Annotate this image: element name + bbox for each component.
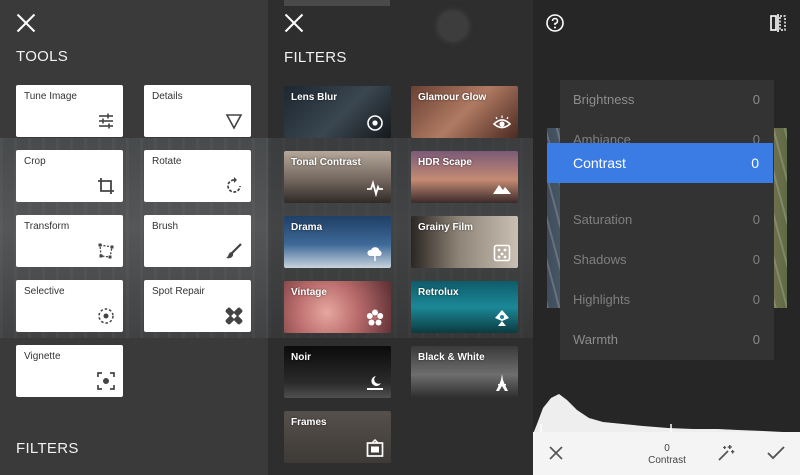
scroll-hint (284, 0, 390, 6)
tools-panel: TOOLS Tune Image Details Crop Rotate Tra… (0, 0, 268, 475)
compare-icon[interactable] (769, 14, 787, 32)
sliders-icon (97, 112, 115, 130)
adjust-label: Shadows (573, 252, 627, 267)
tool-tune-image[interactable]: Tune Image (16, 85, 123, 137)
filter-retrolux[interactable]: Retrolux (411, 281, 518, 333)
tool-brush[interactable]: Brush (144, 215, 251, 267)
tool-selective[interactable]: Selective (16, 280, 123, 332)
tool-transform[interactable]: Transform (16, 215, 123, 267)
eiffel-tower-icon (493, 374, 511, 392)
filter-label: Tonal Contrast (291, 157, 361, 168)
adjust-item-contrast[interactable]: Contrast 0 (547, 143, 773, 183)
filter-grainy-film[interactable]: Grainy Film (411, 216, 518, 268)
eye-icon (492, 114, 512, 132)
adjust-item-highlights[interactable]: Highlights 0 (560, 280, 774, 320)
tool-label: Tune Image (24, 91, 77, 102)
adjust-item-warmth[interactable]: Warmth 0 (560, 320, 774, 360)
grain-icon (493, 244, 511, 262)
filter-label: Grainy Film (418, 222, 474, 233)
help-icon[interactable] (546, 14, 564, 32)
filter-frames[interactable]: Frames (284, 411, 391, 463)
triangle-icon (225, 112, 243, 130)
tool-label: Vignette (24, 351, 61, 362)
adjust-item-shadows[interactable]: Shadows 0 (560, 240, 774, 280)
filter-hdr-scape[interactable]: HDR Scape (411, 151, 518, 203)
filter-drama[interactable]: Drama (284, 216, 391, 268)
adjust-label: Warmth (573, 332, 619, 347)
brush-icon (225, 242, 243, 260)
filter-label: Drama (291, 222, 323, 233)
adjust-panel: Brightness 0 Ambiance 0 Contrast 0 Satur… (533, 0, 800, 475)
retrolux-icon (493, 309, 511, 327)
adjust-label: Contrast (573, 155, 626, 171)
filter-lens-blur[interactable]: Lens Blur (284, 86, 391, 138)
filter-label: Frames (291, 417, 327, 428)
adjust-label: Highlights (573, 292, 631, 307)
pulse-icon (366, 179, 384, 198)
cancel-icon[interactable] (549, 446, 563, 460)
adjustment-label: Contrast (648, 455, 686, 466)
adjust-label: Brightness (573, 92, 635, 107)
filter-vintage[interactable]: Vintage (284, 281, 391, 333)
filter-label: Lens Blur (291, 92, 338, 103)
histogram (533, 394, 800, 434)
tool-vignette[interactable]: Vignette (16, 345, 123, 397)
adjust-value: 0 (752, 212, 760, 227)
filter-label: Glamour Glow (418, 92, 487, 103)
current-adjustment: 0 Contrast (637, 443, 697, 467)
bottom-toolbar: 0 Contrast (533, 432, 800, 475)
filter-label: Black & White (418, 352, 485, 363)
tool-label: Brush (152, 221, 179, 232)
filters-footer-heading[interactable]: FILTERS (16, 440, 79, 457)
adjust-value: 0 (752, 292, 760, 307)
tool-details[interactable]: Details (144, 85, 251, 137)
tools-heading: TOOLS (16, 48, 69, 65)
filters-panel: FILTERS Lens Blur Glamour Glow Tonal Con… (268, 0, 533, 475)
adjust-label: Saturation (573, 212, 633, 227)
adjustment-value: 0 (664, 443, 670, 454)
bandage-icon (225, 307, 243, 325)
tool-crop[interactable]: Crop (16, 150, 123, 202)
adjust-value: 0 (752, 92, 760, 107)
tool-label: Selective (24, 286, 65, 297)
close-icon[interactable] (283, 12, 305, 34)
tool-label: Details (152, 91, 183, 102)
tool-label: Crop (24, 156, 46, 167)
filter-label: HDR Scape (418, 157, 472, 168)
tool-label: Transform (24, 221, 70, 232)
crop-icon (97, 177, 115, 195)
rotate-icon (225, 177, 243, 195)
apply-check-icon[interactable] (767, 445, 785, 461)
auto-magic-icon[interactable] (717, 444, 735, 462)
close-icon[interactable] (15, 12, 37, 34)
mountain-icon (493, 179, 511, 197)
lens-blur-icon (366, 114, 384, 132)
tool-label: Rotate (152, 156, 182, 167)
adjust-value: 0 (752, 332, 760, 347)
adjust-value: 0 (752, 252, 760, 267)
vignette-icon (97, 372, 115, 390)
filter-label: Vintage (291, 287, 327, 298)
filter-label: Noir (291, 352, 311, 363)
filter-noir[interactable]: Noir (284, 346, 391, 398)
adjust-item-brightness[interactable]: Brightness 0 (560, 80, 774, 120)
filter-label: Retrolux (418, 287, 459, 298)
filter-glamour-glow[interactable]: Glamour Glow (411, 86, 518, 138)
selective-icon (97, 307, 115, 325)
filter-black-white[interactable]: Black & White (411, 346, 518, 398)
touch-indicator (439, 12, 467, 40)
tool-spot-repair[interactable]: Spot Repair (144, 280, 251, 332)
adjust-value: 0 (751, 155, 759, 171)
frame-icon (366, 438, 384, 457)
filters-heading: FILTERS (284, 49, 347, 66)
tool-label: Spot Repair (152, 286, 205, 297)
adjust-item-saturation[interactable]: Saturation 0 (560, 200, 774, 240)
cloud-icon (366, 244, 384, 262)
filter-tonal-contrast[interactable]: Tonal Contrast (284, 151, 391, 203)
transform-icon (97, 242, 115, 260)
tool-rotate[interactable]: Rotate (144, 150, 251, 202)
flower-icon (366, 309, 384, 327)
moon-icon (366, 374, 384, 392)
